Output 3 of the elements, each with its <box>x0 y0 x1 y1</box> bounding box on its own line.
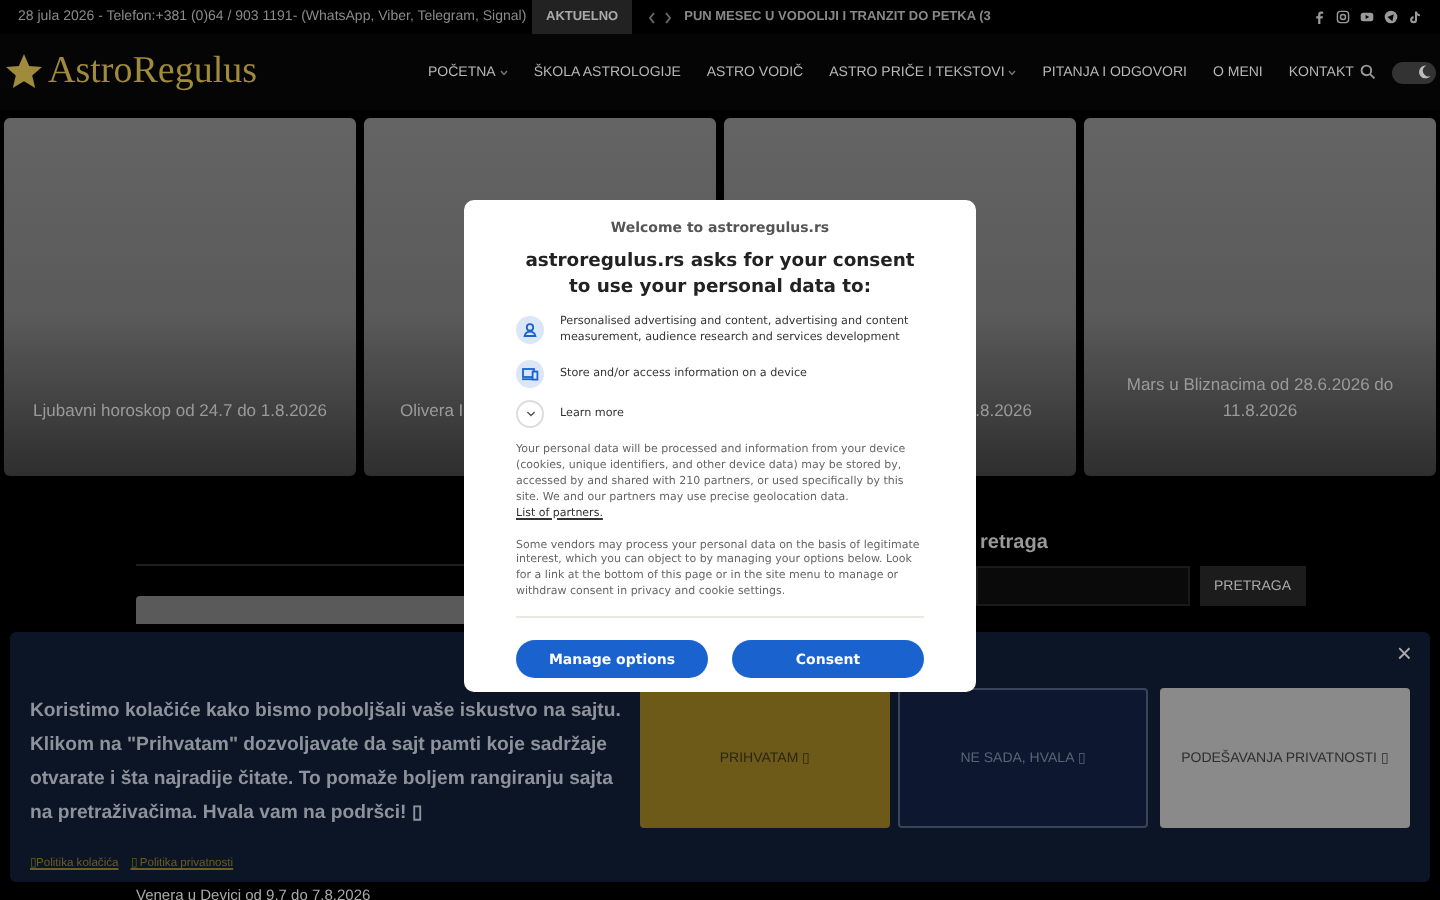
cookie-message: Koristimo kolačiće kako bismo poboljšali vaše iskustvo na sajtu. Klikom na "Prihvatam" dozvoljavate da sajt pamti koje sadržaje otvarate i šta najradije čitate. To pomaže boljem rangiranju sajta na pretraživačima. Hvala vam na podršci! ▯ <box>30 698 622 828</box>
dialog-title: astroregulus.rs asks for your consent to use your personal data to: <box>523 248 917 300</box>
search-heading: retraga <box>980 532 1050 554</box>
